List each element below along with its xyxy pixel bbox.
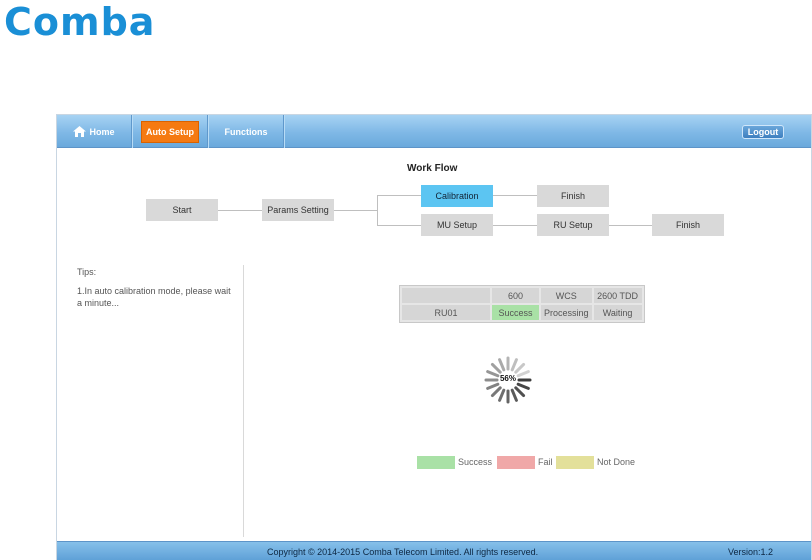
- tips-text: 1.In auto calibration mode, please wait …: [77, 286, 231, 308]
- tips-title: Tips:: [77, 267, 97, 277]
- table-cell-status: Processing: [541, 305, 592, 320]
- legend-success-swatch: [417, 455, 455, 469]
- spinner-spoke: [498, 358, 506, 372]
- legend-not-done-label: Not Done: [597, 457, 636, 467]
- legend-success: Success: [417, 455, 492, 469]
- table-header-row: 600 WCS 2600 TDD: [402, 288, 642, 303]
- spinner-spoke: [514, 386, 526, 398]
- logo-text: Comba: [4, 0, 156, 44]
- version-text: Version:1.2: [727, 547, 773, 557]
- connector: [377, 195, 421, 196]
- legend-success-label: Success: [458, 457, 493, 467]
- nav-functions[interactable]: Functions: [209, 115, 284, 148]
- table-cell-status: Waiting: [593, 305, 642, 320]
- copyright-text: Copyright © 2014-2015 Comba Telecom Limi…: [267, 547, 539, 557]
- spinner-spoke: [516, 382, 530, 390]
- footer-bar: Copyright © 2014-2015 Comba Telecom Limi…: [57, 541, 811, 560]
- spinner-spoke: [486, 382, 500, 390]
- app-window: Home Auto Setup Functions Logout Work Fl…: [56, 114, 812, 560]
- nav-home[interactable]: Home: [57, 115, 132, 148]
- workflow-step-mu-setup: MU Setup: [421, 214, 493, 236]
- connector: [377, 225, 421, 226]
- spinner-spoke: [498, 388, 506, 402]
- nav-home-label: Home: [89, 126, 115, 137]
- legend-not-done-swatch: [556, 455, 594, 469]
- workflow-step-finish-top: Finish: [537, 185, 609, 207]
- workflow-step-finish-bottom: Finish: [652, 214, 724, 236]
- legend-fail-label: Fail: [538, 457, 553, 467]
- spinner-spoke: [514, 362, 526, 374]
- table-cell-status: Success: [492, 305, 539, 320]
- connector: [333, 210, 377, 211]
- spinner-spoke: [490, 386, 502, 398]
- workflow-step-params: Params Setting: [262, 199, 334, 221]
- nav-auto-setup-label: Auto Setup: [141, 120, 199, 143]
- logout-button[interactable]: Logout: [742, 125, 784, 139]
- panel-divider: [243, 265, 244, 537]
- legend-fail: Fail: [497, 455, 553, 469]
- connector: [608, 225, 653, 226]
- legend-not-done: Not Done: [556, 455, 635, 469]
- loading-spinner: 56%: [484, 356, 532, 404]
- top-navbar: Home Auto Setup Functions Logout: [57, 115, 811, 148]
- workflow-title: Work Flow: [407, 163, 458, 174]
- table-cell-unit: RU01: [402, 305, 490, 320]
- calibration-results-table: 600 WCS 2600 TDD RU01 Success Processing…: [399, 285, 645, 323]
- nav-auto-setup[interactable]: Auto Setup: [133, 115, 208, 148]
- workflow-step-ru-setup: RU Setup: [537, 214, 609, 236]
- table-header-cell: [402, 288, 490, 303]
- progress-label: 56%: [499, 374, 516, 383]
- legend-fail-swatch: [497, 455, 535, 469]
- main-content: Work Flow Start Params Setting Calibrati…: [57, 149, 811, 541]
- comba-logo: Comba: [4, 0, 174, 44]
- spinner-spoke: [510, 358, 518, 372]
- nav-functions-label: Functions: [224, 126, 268, 137]
- table-row: RU01 Success Processing Waiting: [402, 305, 642, 320]
- workflow-step-start: Start: [146, 199, 218, 221]
- home-icon: [73, 126, 87, 137]
- table-header-cell: 600: [492, 288, 539, 303]
- spinner-spoke: [510, 388, 518, 402]
- connector: [492, 195, 537, 196]
- table-header-cell: WCS: [541, 288, 592, 303]
- workflow-step-calibration: Calibration: [421, 185, 493, 207]
- spinner-spoke: [490, 362, 502, 374]
- connector: [377, 195, 378, 225]
- page-root: Comba Home Auto Setup Functions Logout W…: [0, 0, 812, 560]
- table-header-cell: 2600 TDD: [593, 288, 642, 303]
- connector: [492, 225, 537, 226]
